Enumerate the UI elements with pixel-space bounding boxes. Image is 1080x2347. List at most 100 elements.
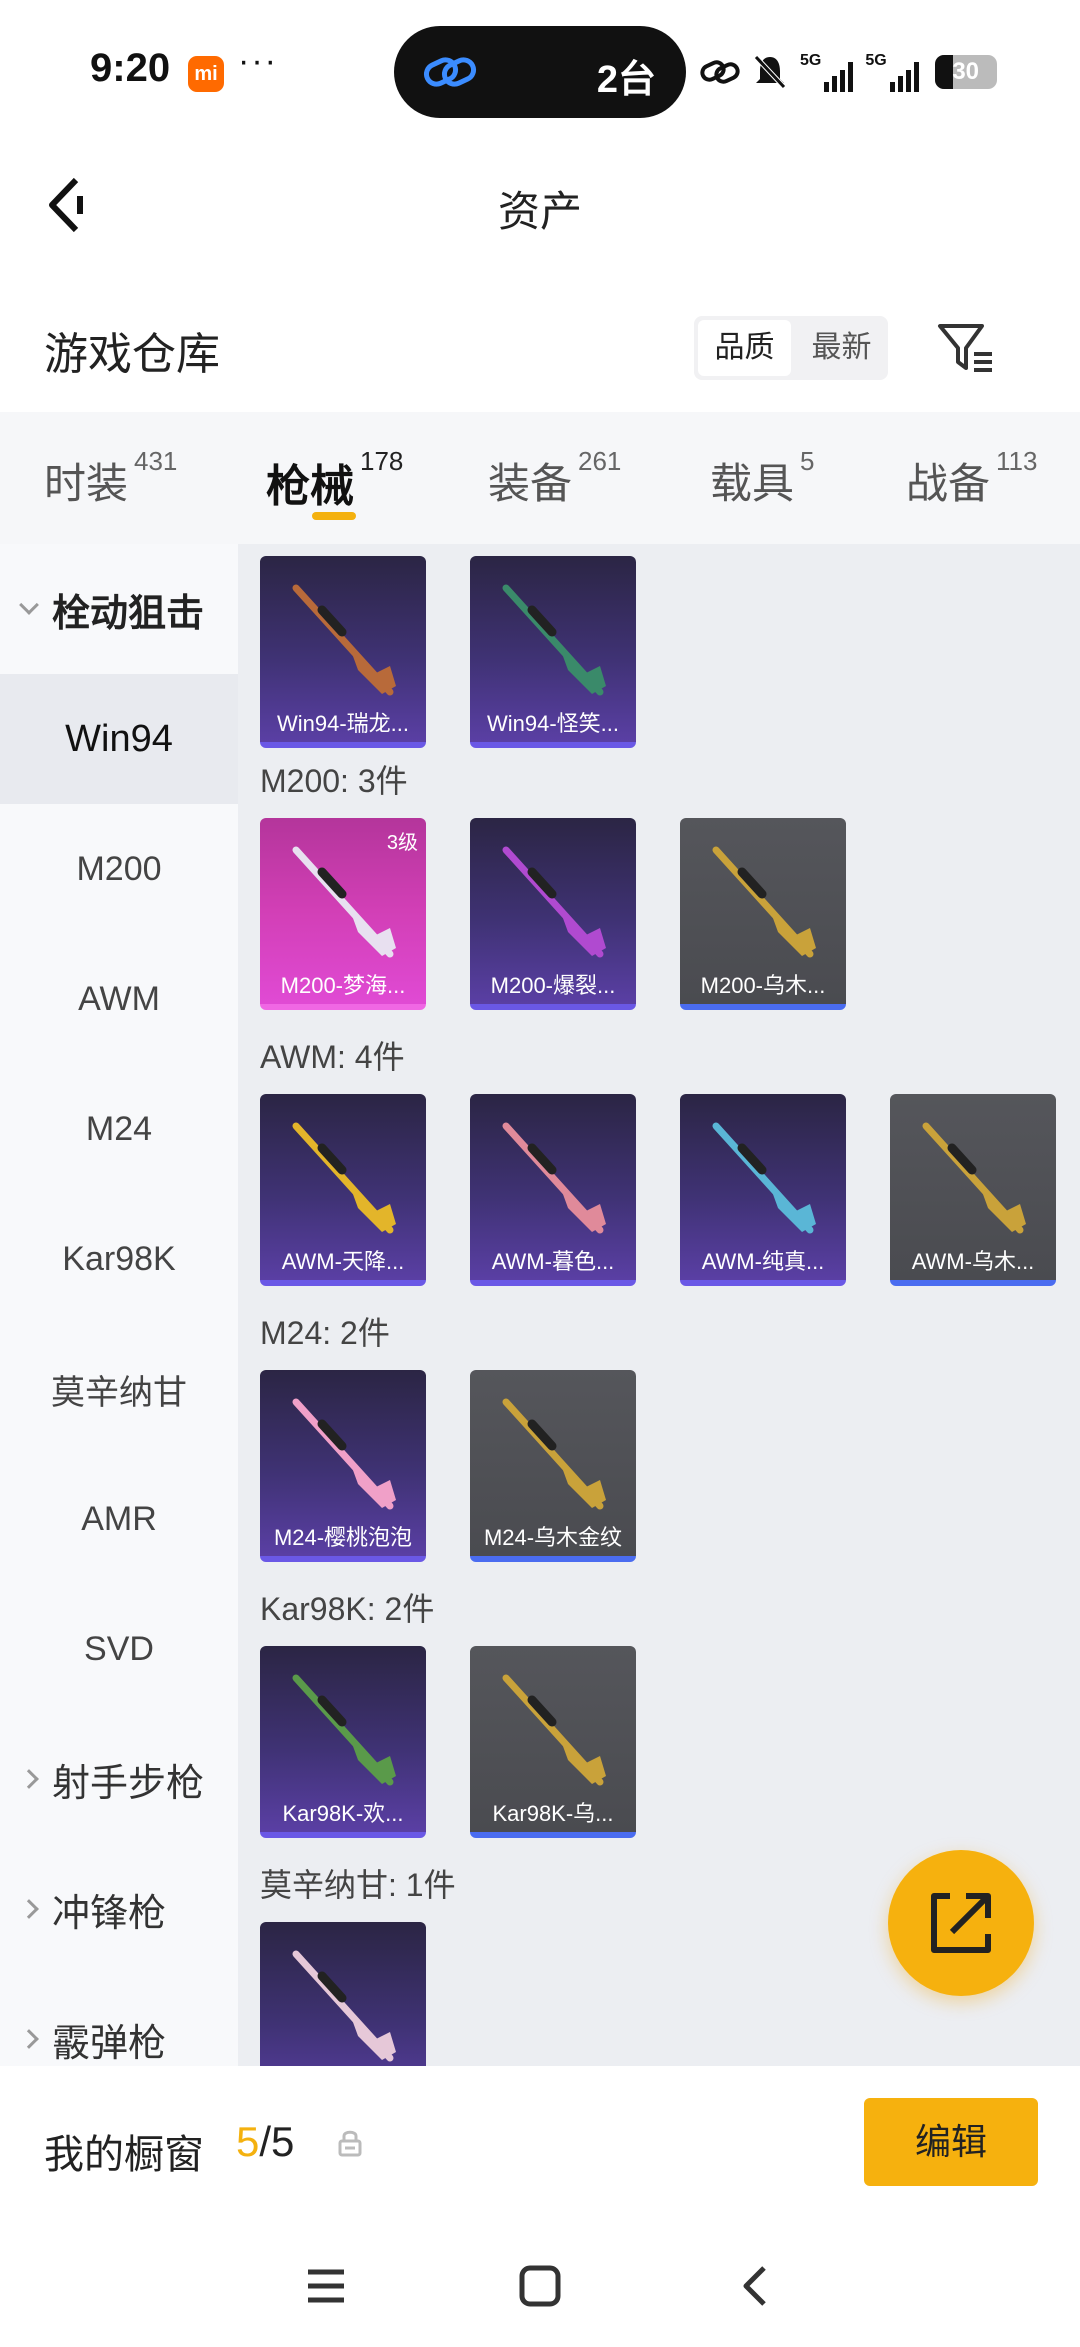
card-name: M24-乌木金纹 [483, 1525, 623, 1550]
system-nav-bar [0, 2216, 1080, 2347]
card-name: Win94-瑞龙... [276, 711, 410, 736]
sidebar-group-shotgun[interactable]: 霰弹枪 [0, 1974, 238, 2066]
card-name: M200-爆裂... [490, 973, 616, 998]
card-name: M24-樱桃泡泡 [273, 1525, 413, 1550]
signal-5g-icon: 5G [800, 52, 854, 92]
weapon-skin-card[interactable]: 3级 M200-梦海... [260, 818, 426, 1010]
chevron-right-icon [19, 1899, 39, 1919]
sidebar-item-m200[interactable]: M200 [0, 804, 238, 934]
rifle-icon [292, 846, 396, 958]
weapon-skin-card[interactable]: AWM-天降... [260, 1094, 426, 1286]
weapon-group-title: Kar98K: 2件 [260, 1591, 435, 1627]
tab-count: 178 [360, 446, 404, 476]
back-icon[interactable] [726, 2256, 786, 2316]
network-type-label-2: 5G [865, 52, 887, 69]
weapon-skin-card[interactable]: Kar98K-乌... [470, 1646, 636, 1838]
external-link-icon [931, 1893, 991, 1953]
rifle-icon [292, 1950, 396, 2062]
sidebar-group-dmr[interactable]: 射手步枪 [0, 1714, 238, 1844]
menu-icon[interactable] [296, 2256, 356, 2316]
rifle-icon [502, 1122, 606, 1234]
tab-label: 战备 [906, 460, 991, 507]
status-bar: 9:20 mi ··· 2台 5G 5G 30 [0, 0, 1080, 140]
sidebar-group-smg[interactable]: 冲锋枪 [0, 1844, 238, 1974]
rifle-icon [292, 1398, 396, 1510]
sort-toggle[interactable]: 品质 最新 [694, 316, 888, 380]
network-type-label: 5G [800, 52, 822, 69]
dynamic-island[interactable]: 2台 [394, 26, 686, 118]
weapon-skin-card[interactable]: M200-乌木... [680, 818, 846, 1010]
tab-tactical[interactable]: 战备 113 [906, 446, 1037, 511]
card-name: AWM-乌木... [911, 1249, 1035, 1274]
signal-5g-icon-2: 5G [865, 52, 919, 92]
sidebar-item-svd[interactable]: SVD [0, 1584, 238, 1714]
tab-firearms[interactable]: 枪械178 [266, 446, 403, 514]
card-name: AWM-天降... [281, 1249, 405, 1274]
sort-by-newest[interactable]: 最新 [795, 316, 888, 380]
weapon-group-title: AWM: 4件 [260, 1039, 405, 1075]
chevron-right-icon [19, 1769, 39, 1789]
rifle-icon [712, 1122, 816, 1234]
tab-label: 载具 [710, 460, 795, 507]
tab-count: 113 [996, 446, 1038, 476]
sidebar-item-kar98k[interactable]: Kar98K [0, 1194, 238, 1324]
weapon-skin-card[interactable]: AWM-暮色... [470, 1094, 636, 1286]
sidebar-group-bolt-action[interactable]: 栓动狙击 [0, 544, 238, 674]
filter-icon[interactable] [936, 318, 996, 378]
weapon-skin-card[interactable]: Kar98K-欢... [260, 1646, 426, 1838]
rifle-icon [502, 584, 606, 696]
share-button[interactable] [888, 1850, 1034, 1996]
card-name: AWM-暮色... [491, 1249, 615, 1274]
sidebar-group-label: 射手步枪 [52, 1762, 205, 1805]
sort-by-quality[interactable]: 品质 [698, 320, 791, 376]
section-title: 游戏仓库 [44, 330, 220, 379]
sidebar-item-m24[interactable]: M24 [0, 1064, 238, 1194]
weapon-skin-card[interactable]: Win94-瑞龙... [260, 556, 426, 748]
weapon-type-sidebar: 栓动狙击 Win94 M200 AWM M24 Kar98K 莫辛纳甘 AMR … [0, 544, 238, 2066]
battery-icon: 30 [934, 55, 997, 89]
weapon-skin-card[interactable]: M24-樱桃泡泡 [260, 1370, 426, 1562]
rifle-icon [502, 1398, 606, 1510]
mi-app-icon: mi [188, 56, 224, 92]
weapon-skin-card[interactable] [260, 1922, 426, 2066]
card-name: Win94-怪笑... [486, 711, 620, 736]
weapon-skin-card[interactable]: Win94-怪笑... [470, 556, 636, 748]
showcase-count: 5/5 [236, 2118, 294, 2166]
card-name: AWM-纯真... [701, 1249, 825, 1274]
tab-vehicles[interactable]: 载具 5 [710, 446, 814, 511]
more-notifications-icon: ··· [238, 42, 278, 80]
tab-label: 枪械 [266, 462, 354, 511]
rifle-icon [292, 584, 396, 696]
rifle-icon [712, 846, 816, 958]
tab-label: 时装 [44, 460, 129, 507]
tab-equipment[interactable]: 装备 261 [488, 446, 621, 511]
home-icon[interactable] [510, 2256, 570, 2316]
card-level-badge: 3级 [386, 832, 418, 854]
chevron-down-icon [19, 595, 39, 615]
weapon-skin-card[interactable]: M24-乌木金纹 [470, 1370, 636, 1562]
sidebar-group-label: 冲锋枪 [52, 1892, 167, 1935]
category-tabs: 时装 431 枪械178 装备 261 载具 5 战备 113 [0, 412, 1080, 544]
mute-bell-icon [754, 55, 786, 89]
weapon-skin-card[interactable]: AWM-纯真... [680, 1094, 846, 1286]
sidebar-item-amr[interactable]: AMR [0, 1454, 238, 1584]
status-icons: 5G 5G 30 [700, 48, 997, 96]
showcase-bar: 我的橱窗 5/5 编辑 [0, 2066, 1080, 2216]
tab-fashion[interactable]: 时装 431 [44, 446, 177, 511]
weapon-skin-card[interactable]: AWM-乌木... [890, 1094, 1056, 1286]
rifle-icon [292, 1122, 396, 1234]
sidebar-item-awm[interactable]: AWM [0, 934, 238, 1064]
sidebar-item-mosin[interactable]: 莫辛纳甘 [0, 1324, 238, 1454]
sidebar-item-win94[interactable]: Win94 [0, 674, 238, 804]
rifle-icon [502, 1674, 606, 1786]
rifle-icon [922, 1122, 1026, 1234]
rifle-icon [292, 1674, 396, 1786]
edit-button[interactable]: 编辑 [864, 2098, 1038, 2186]
battery-level: 30 [952, 58, 980, 85]
weapon-skin-card[interactable]: M200-爆裂... [470, 818, 636, 1010]
active-tab-indicator [312, 512, 356, 520]
tab-label: 装备 [488, 460, 573, 507]
showcase-current: 5 [236, 2118, 260, 2165]
showcase-label: 我的橱窗 [44, 2133, 204, 2177]
page-title: 资产 [497, 188, 582, 235]
